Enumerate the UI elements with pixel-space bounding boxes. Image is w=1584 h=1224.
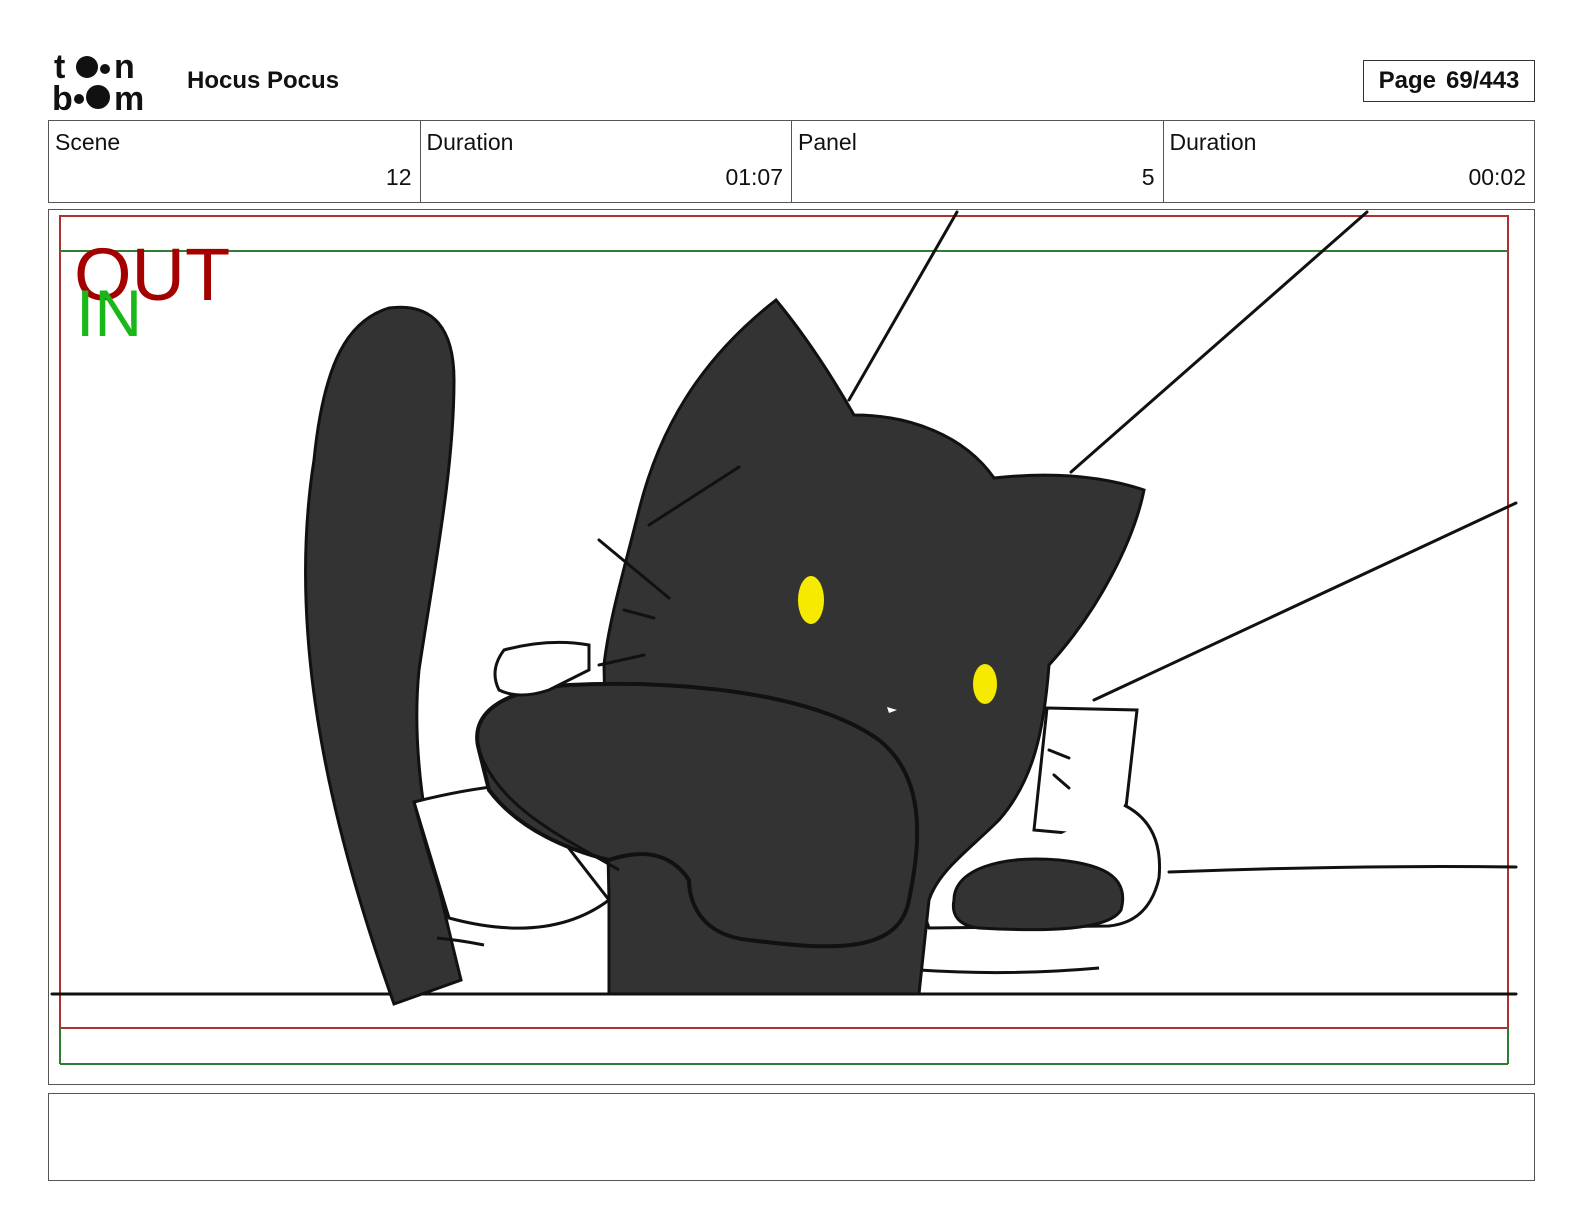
scene-info-table: Scene 12 Duration 01:07 Panel 5 Duration…: [48, 120, 1535, 203]
page-number: 69/443: [1445, 67, 1520, 94]
scene-duration-label: Duration: [426, 129, 514, 155]
scene-duration-value: 01:07: [725, 164, 783, 190]
panel-duration-cell: Duration 00:02: [1164, 121, 1535, 202]
page-indicator: Page 69/443: [1363, 60, 1535, 102]
scene-duration-cell: Duration 01:07: [421, 121, 792, 202]
page-label: Page: [1378, 67, 1436, 94]
scene-label: Scene: [55, 129, 121, 155]
in-frame-label: IN: [76, 276, 142, 350]
toon-boom-logo: t n b m: [52, 50, 144, 112]
cat-eye-right: [973, 664, 997, 704]
svg-text:b: b: [52, 80, 73, 112]
project-title: Hocus Pocus: [187, 67, 340, 94]
panel-cell: Panel 5: [792, 121, 1164, 202]
storyboard-panel: [48, 209, 1535, 1085]
scene-cell: Scene 12: [49, 121, 421, 202]
panel-label: Panel: [798, 129, 857, 155]
panel-duration-label: Duration: [1169, 129, 1257, 155]
black-cat-sketch-icon: [50, 210, 1518, 1065]
scene-value: 12: [385, 164, 412, 190]
panel-notes[interactable]: [48, 1093, 1535, 1181]
panel-duration-value: 00:02: [1468, 164, 1526, 190]
cat-eye-left: [798, 576, 824, 624]
panel-value: 5: [1141, 164, 1155, 190]
svg-text:m: m: [114, 80, 144, 112]
